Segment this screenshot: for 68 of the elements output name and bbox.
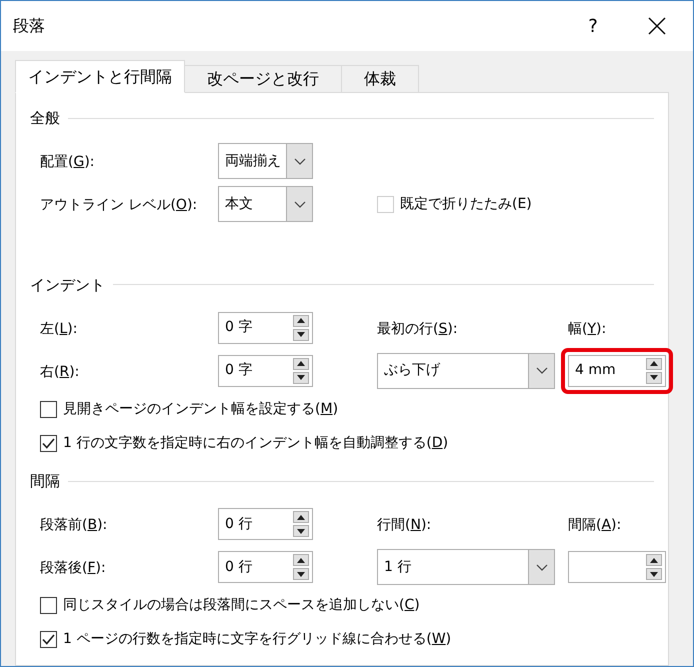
spin-down-button[interactable] — [646, 372, 662, 384]
checkmark-icon — [42, 438, 55, 448]
checkbox[interactable] — [40, 434, 57, 452]
down-triangle-icon — [650, 572, 658, 576]
spin-field[interactable]: 0 字 — [218, 312, 313, 344]
spin-down-button[interactable] — [293, 372, 309, 384]
field-label: 段落前(B): — [40, 517, 108, 533]
field-label: 右(R): — [40, 364, 80, 380]
up-triangle-icon — [297, 558, 305, 562]
tab[interactable]: インデントと行間隔 — [15, 60, 185, 93]
down-triangle-icon — [297, 375, 305, 380]
up-triangle-icon — [650, 361, 658, 366]
help-button[interactable]: ? — [573, 6, 613, 46]
up-triangle-icon — [297, 318, 305, 323]
down-triangle-icon — [297, 332, 305, 337]
spin-down-button[interactable] — [646, 568, 662, 580]
field-label: 見開きページのインデント幅を設定する(M) — [63, 400, 338, 418]
spin-field[interactable]: 0 字 — [218, 354, 313, 386]
checkbox[interactable] — [40, 631, 57, 648]
field-label: 最初の行(S): — [377, 320, 458, 336]
spin-field[interactable]: 0 行 — [218, 508, 313, 540]
spin-up-button[interactable] — [293, 314, 309, 326]
down-triangle-icon — [297, 572, 305, 576]
close-icon — [648, 17, 666, 35]
field-label: 配置(G): — [40, 154, 95, 170]
section-heading: 全般 — [30, 108, 60, 129]
dropdown-field[interactable]: 両端揃え — [218, 143, 313, 179]
field-label: 同じスタイルの場合は段落間にスペースを追加しない(C) — [63, 596, 420, 615]
chevron-down-icon — [536, 367, 548, 374]
field-label: 幅(Y): — [568, 320, 606, 336]
field-label: 1 ページの行数を指定時に文字を行グリッド線に合わせる(W) — [63, 630, 452, 649]
spin-up-button[interactable] — [293, 511, 309, 523]
spin-field[interactable]: 4 mm — [568, 354, 666, 386]
field-label: アウトライン レベル(O): — [40, 197, 198, 213]
down-triangle-icon — [297, 528, 305, 534]
chevron-down-icon — [294, 200, 306, 208]
up-triangle-icon — [297, 361, 305, 366]
spin-up-button[interactable] — [646, 358, 662, 370]
chevron-down-icon — [536, 564, 548, 570]
tab[interactable]: 改ページと改行 — [185, 65, 342, 93]
spin-up-button[interactable] — [293, 358, 309, 370]
field-label: 既定で折りたたみ(E) — [400, 194, 532, 214]
field-label: 行間(N): — [377, 517, 432, 533]
spin-up-button[interactable] — [293, 554, 309, 566]
checkmark-icon — [42, 634, 55, 645]
spin-field[interactable]: 0 行 — [218, 551, 313, 583]
spin-up-button[interactable] — [646, 554, 662, 566]
checkbox[interactable] — [40, 597, 57, 614]
checkbox[interactable] — [40, 400, 57, 418]
field-label: 間隔(A): — [568, 517, 622, 533]
field-label: 段落後(F): — [40, 560, 106, 576]
dropdown-field[interactable]: 1 行 — [377, 549, 555, 585]
tab[interactable]: 体裁 — [342, 65, 419, 93]
down-triangle-icon — [650, 375, 658, 380]
field-label: 1 行の文字数を指定時に右のインデント幅を自動調整する(D) — [63, 434, 448, 452]
spin-field[interactable] — [568, 551, 666, 583]
spin-down-button[interactable] — [293, 568, 309, 580]
spin-down-button[interactable] — [293, 525, 309, 537]
section-heading: 間隔 — [30, 471, 60, 492]
dropdown-field[interactable]: ぶら下げ — [377, 352, 555, 388]
section-heading: インデント — [30, 274, 105, 296]
spin-down-button[interactable] — [293, 328, 309, 340]
up-triangle-icon — [650, 558, 658, 562]
up-triangle-icon — [297, 514, 305, 520]
chevron-down-icon — [294, 158, 306, 164]
window-title: 段落 — [13, 15, 45, 37]
dropdown-field[interactable]: 本文 — [218, 186, 313, 222]
field-label: 左(L): — [40, 320, 78, 336]
